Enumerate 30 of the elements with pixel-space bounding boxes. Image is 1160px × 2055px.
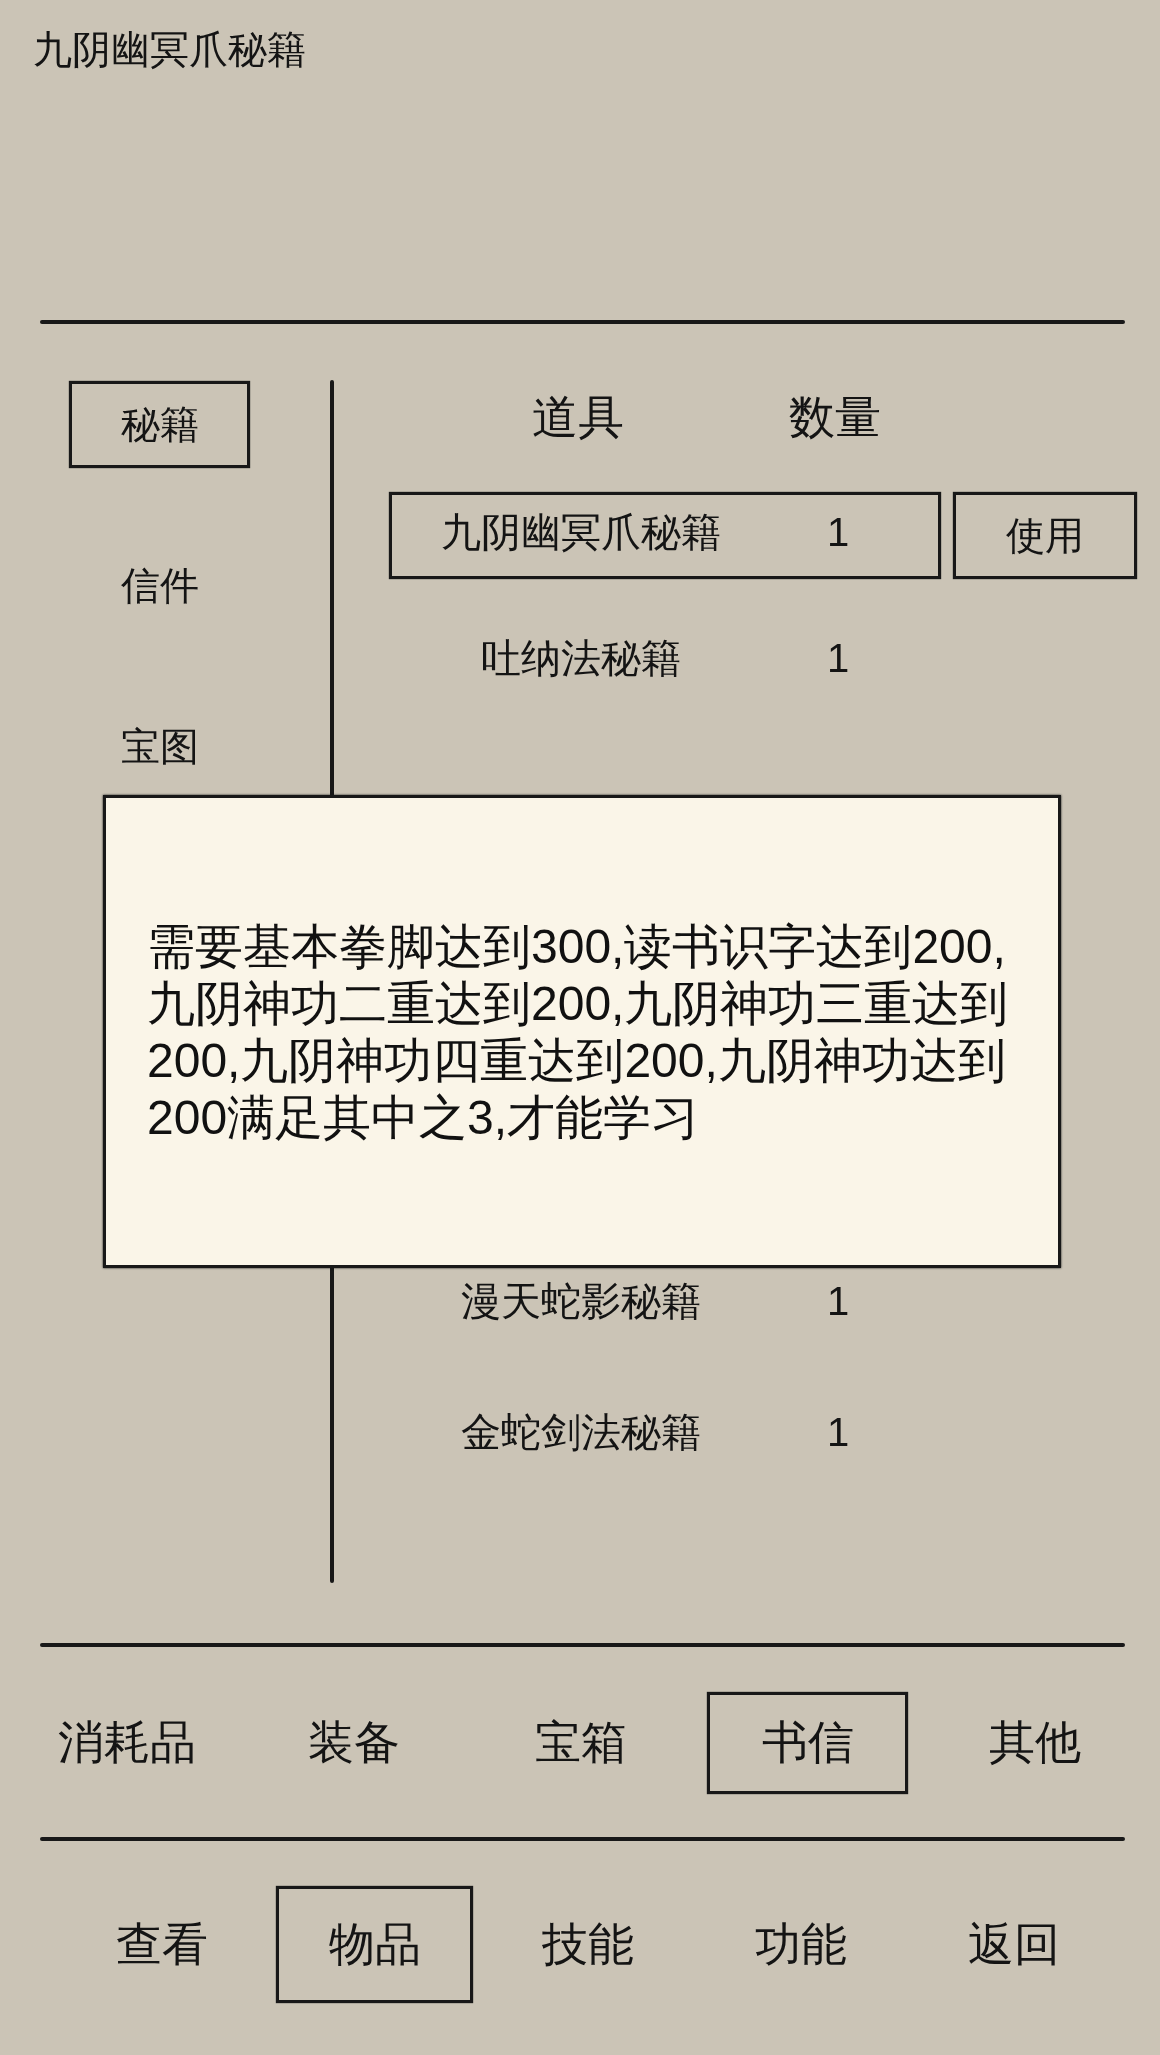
nav-tab[interactable]: 技能 [489, 1886, 686, 2003]
sidebar-tab[interactable]: 信件 [69, 542, 250, 629]
item-name: 金蛇剑法秘籍 [461, 1408, 701, 1456]
dialog-message: 需要基本拳脚达到300,读书识字达到200,九阴神功二重达到200,九阴神功三重达到200,九阴神功四重达到200,九阴神功达到200满足其中之3,才能学习 [147, 918, 1010, 1146]
item-quantity: 1 [826, 1277, 850, 1325]
category-tab[interactable]: 装备 [253, 1692, 454, 1794]
item-name: 九阴幽冥爪秘籍 [441, 508, 721, 556]
item-row[interactable]: 金蛇剑法秘籍 1 [389, 1392, 941, 1479]
item-quantity: 1 [826, 508, 850, 556]
item-row[interactable]: 九阴幽冥爪秘籍 1 [389, 492, 941, 579]
item-row[interactable]: 漫天蛇影秘籍 1 [389, 1268, 941, 1348]
column-header: 数量 [788, 390, 882, 445]
item-name: 漫天蛇影秘籍 [461, 1277, 701, 1325]
use-button[interactable]: 使用 [953, 492, 1137, 579]
item-quantity: 1 [826, 634, 850, 682]
nav-tab[interactable]: 功能 [702, 1886, 899, 2003]
sidebar-tab[interactable]: 宝图 [69, 703, 250, 790]
nav-tab[interactable]: 物品 [276, 1886, 473, 2003]
sidebar-tab[interactable]: 秘籍 [69, 381, 250, 468]
item-name: 吐纳法秘籍 [481, 634, 681, 682]
category-tab[interactable]: 宝箱 [480, 1692, 681, 1794]
nav-tab[interactable]: 查看 [63, 1886, 260, 2003]
nav-tab[interactable]: 返回 [915, 1886, 1112, 2003]
category-tab[interactable]: 其他 [934, 1692, 1135, 1794]
item-row[interactable]: 吐纳法秘籍 1 [389, 618, 941, 705]
category-tab[interactable]: 消耗品 [26, 1692, 227, 1794]
category-tab[interactable]: 书信 [707, 1692, 908, 1794]
item-quantity: 1 [826, 1408, 850, 1456]
screen-title: 九阴幽冥爪秘籍 [33, 27, 306, 73]
column-header: 道具 [531, 390, 625, 445]
